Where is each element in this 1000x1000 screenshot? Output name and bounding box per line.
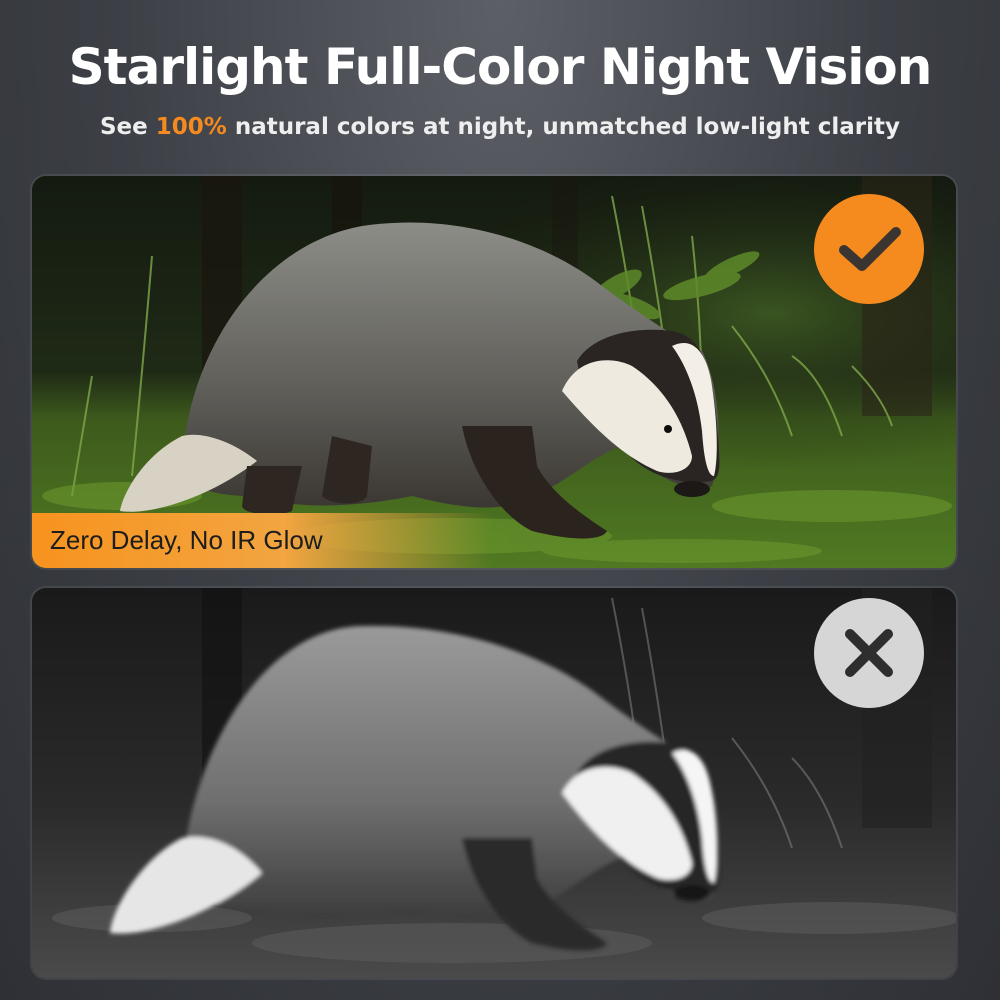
headline: Starlight Full-Color Night Vision — [68, 38, 933, 96]
caption-text: Zero Delay, No IR Glow — [50, 525, 323, 555]
caption-banner: Zero Delay, No IR Glow — [32, 513, 492, 568]
subheadline-prefix: See — [99, 114, 156, 140]
mono-night-vision-panel — [32, 588, 956, 978]
cross-badge — [814, 598, 924, 708]
checkmark-icon — [839, 227, 901, 271]
subheadline-highlight: 100% — [155, 114, 227, 140]
subheadline: See 100% natural colors at night, unmatc… — [0, 114, 1000, 140]
checkmark-badge — [814, 194, 924, 304]
color-night-vision-panel: Zero Delay, No IR Glow — [32, 176, 956, 568]
cross-icon — [845, 629, 893, 677]
subheadline-suffix: natural colors at night, unmatched low-l… — [226, 114, 901, 140]
